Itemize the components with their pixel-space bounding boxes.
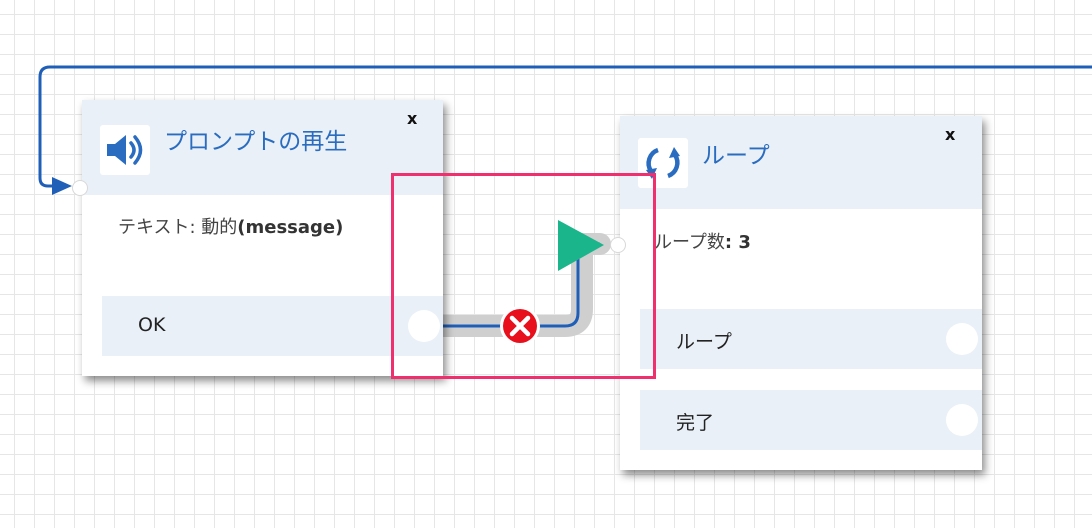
play-prompt-block[interactable]: プロンプトの再生 x テキスト: 動的(message) OK [82, 100, 443, 376]
play-prompt-input-port[interactable] [72, 180, 88, 196]
loop-icon [638, 138, 688, 188]
play-prompt-title: プロンプトの再生 [164, 129, 348, 155]
branch-ok-label: OK [138, 314, 166, 336]
branch-loop-port[interactable] [946, 323, 978, 355]
branch-loop[interactable]: ループ [640, 309, 982, 369]
loop-close-button[interactable]: x [945, 125, 955, 144]
info-value: 動的 [201, 217, 238, 238]
branch-complete-label: 完了 [676, 412, 715, 434]
branch-ok-port[interactable] [408, 310, 440, 342]
branch-ok[interactable]: OK [102, 296, 443, 356]
branch-complete[interactable]: 完了 [640, 390, 982, 450]
loop-title: ループ [702, 143, 770, 169]
loop-input-port[interactable] [610, 237, 626, 253]
loop-info: ループ数: 3 [654, 228, 751, 254]
loop-block[interactable]: ループ x ループ数: 3 ループ 完了 [620, 116, 982, 470]
branch-loop-label: ループ [676, 331, 732, 353]
play-prompt-close-button[interactable]: x [407, 109, 417, 128]
speaker-icon [100, 125, 150, 175]
play-prompt-info: テキスト: 動的(message) [118, 213, 343, 239]
delete-connection-icon[interactable] [500, 306, 540, 346]
loop-back-arrow-icon [52, 177, 72, 195]
info-value-variable: (message) [237, 217, 344, 238]
loop-info-value: : 3 [724, 232, 751, 253]
play-prompt-header[interactable]: プロンプトの再生 x [82, 100, 443, 195]
branch-complete-port[interactable] [946, 404, 978, 436]
loop-header[interactable]: ループ x [620, 116, 982, 209]
info-prefix: テキスト: [118, 217, 202, 238]
flow-canvas[interactable]: プロンプトの再生 x テキスト: 動的(message) OK ループ x ルー… [0, 0, 1092, 528]
loop-info-prefix: ループ数 [654, 232, 725, 253]
